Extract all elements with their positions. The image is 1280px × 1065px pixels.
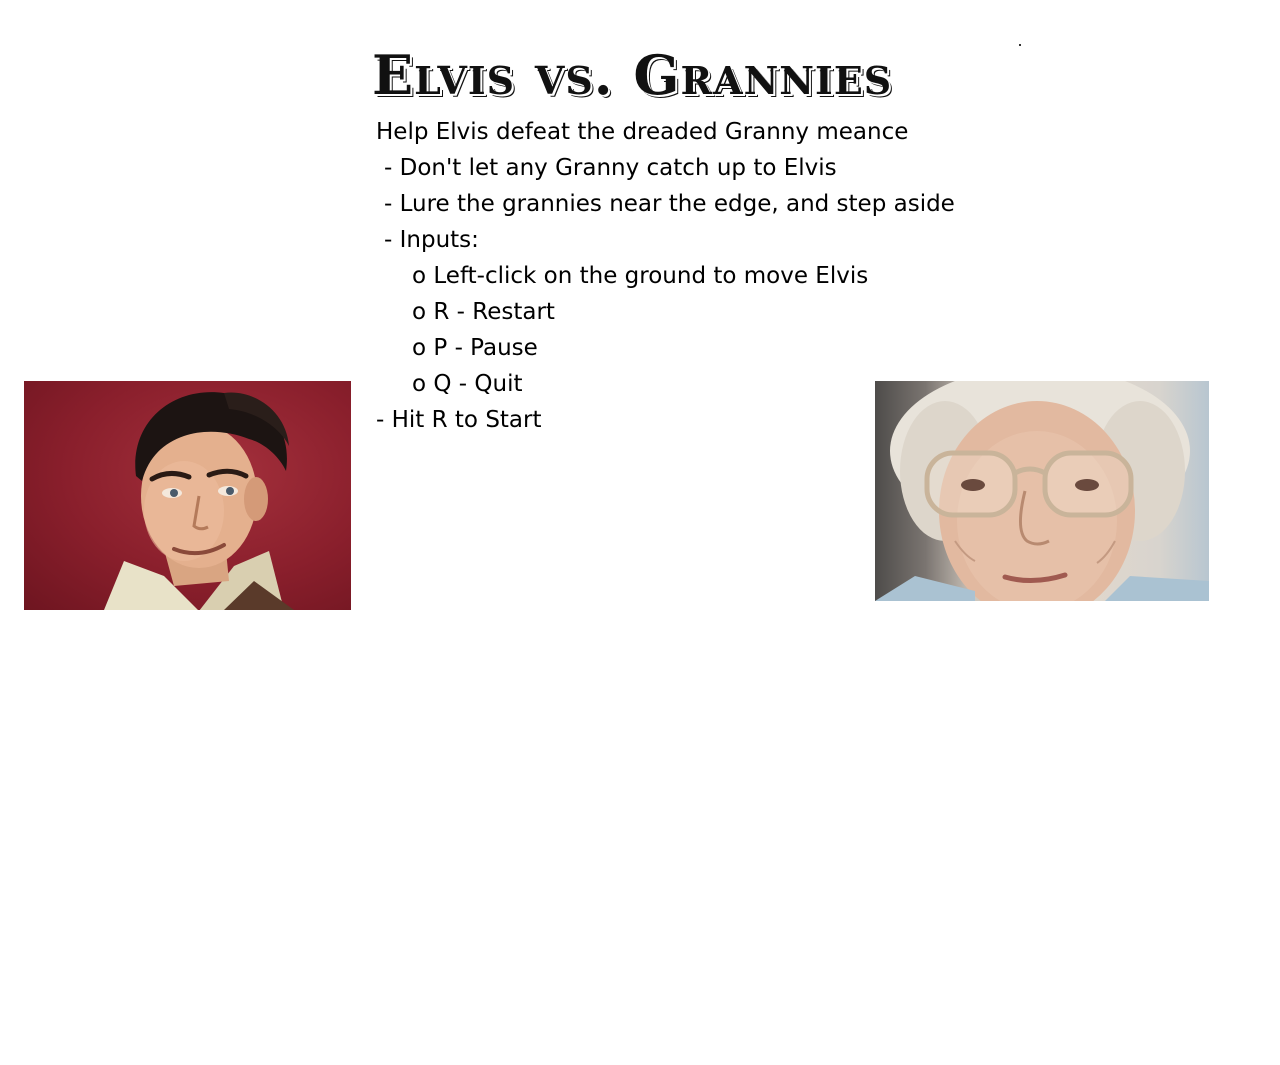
rule-no-catch: - Don't let any Granny catch up to Elvis [384, 155, 837, 181]
granny-portrait [875, 381, 1209, 601]
inputs-header: - Inputs: [384, 227, 479, 253]
game-title: Elvis vs. Grannies [372, 43, 893, 107]
input-move: o Left-click on the ground to move Elvis [412, 263, 869, 289]
input-quit: o Q - Quit [412, 371, 523, 397]
instructions-panel: Help Elvis defeat the dreaded Granny mea… [376, 114, 955, 438]
start-hint: - Hit R to Start [376, 407, 542, 433]
granny-illustration [875, 381, 1209, 601]
input-pause: o P - Pause [412, 335, 538, 361]
elvis-portrait [24, 381, 351, 610]
elvis-illustration [104, 392, 294, 610]
input-restart: o R - Restart [412, 299, 555, 325]
stray-pixel [1019, 44, 1021, 46]
intro-text: Help Elvis defeat the dreaded Granny mea… [376, 119, 909, 145]
rule-lure-edge: - Lure the grannies near the edge, and s… [384, 191, 955, 217]
